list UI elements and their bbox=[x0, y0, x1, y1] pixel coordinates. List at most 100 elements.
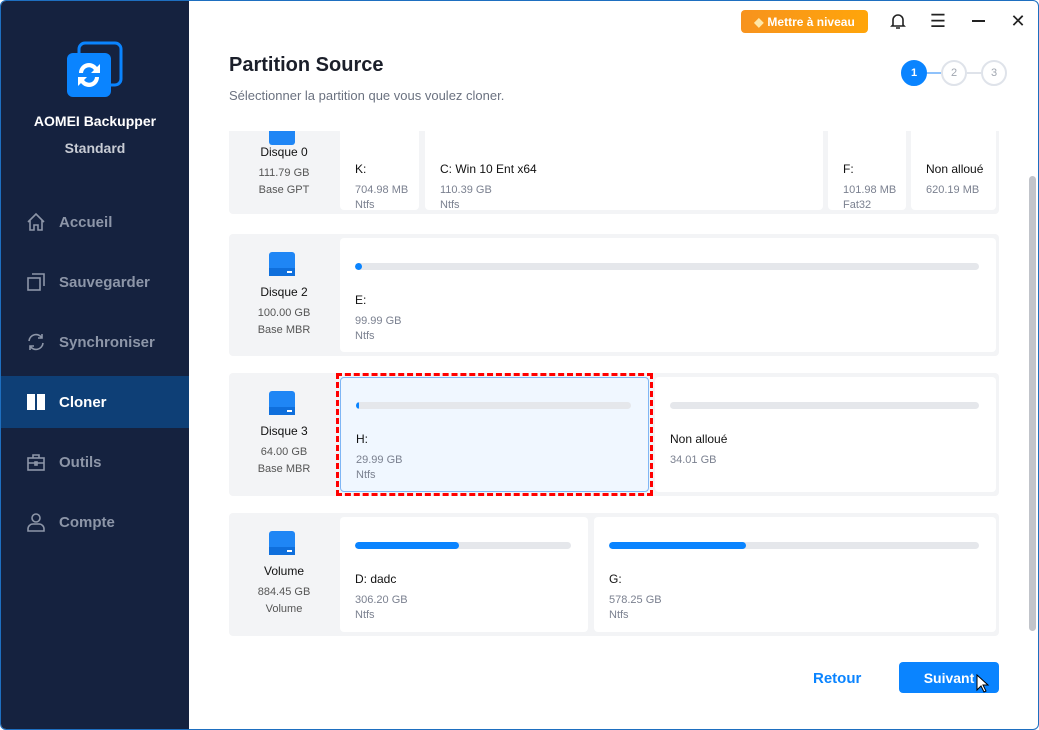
disk-size: 884.45 GB bbox=[257, 586, 311, 598]
partition-fs: Ntfs bbox=[609, 609, 629, 621]
disk-size: 64.00 GB bbox=[260, 446, 308, 458]
usage-bar bbox=[609, 542, 979, 549]
partition-card[interactable]: Non alloué 620.19 MB bbox=[911, 131, 996, 210]
back-button[interactable]: Retour bbox=[813, 670, 861, 687]
sidebar-item-outils[interactable]: Outils bbox=[1, 436, 189, 488]
partition-name: F: bbox=[843, 162, 854, 176]
partition-name: E: bbox=[355, 293, 367, 307]
partition-fs: Ntfs bbox=[355, 609, 375, 621]
partition-card[interactable]: G: 578.25 GB Ntfs bbox=[594, 517, 996, 632]
user-icon bbox=[27, 513, 45, 532]
minimize-icon[interactable] bbox=[966, 9, 990, 33]
disk-icon bbox=[269, 252, 295, 276]
partition-fs: Ntfs bbox=[355, 199, 375, 211]
scrollbar[interactable] bbox=[1029, 176, 1036, 631]
disk-list: Disque 0 111.79 GB Base GPT K: 704.98 MB Nt… bbox=[229, 131, 1009, 641]
app-name: AOMEI Backupper bbox=[33, 113, 157, 129]
app-edition: Standard bbox=[64, 140, 126, 156]
notification-bell-icon[interactable] bbox=[886, 9, 910, 33]
disk-size: 111.79 GB bbox=[258, 167, 310, 179]
partition-card[interactable]: D: dadc 306.20 GB Ntfs bbox=[340, 517, 588, 632]
sidebar-item-compte[interactable]: Compte bbox=[1, 496, 189, 548]
partition-card[interactable]: K: 704.98 MB Ntfs bbox=[340, 131, 419, 211]
step-3: 3 bbox=[981, 60, 1007, 86]
home-icon bbox=[27, 212, 45, 231]
menu-icon[interactable]: ☰ bbox=[926, 9, 950, 33]
disk-size: 100.00 GB bbox=[257, 307, 311, 319]
diamond-icon: ◆ bbox=[754, 14, 764, 29]
partition-name: G: bbox=[609, 572, 622, 586]
disk-row: Volume 884.45 GB Volume D: dadc 306.20 GB N… bbox=[229, 513, 999, 636]
partition-name: C: Win 10 Ent x64 bbox=[440, 162, 537, 176]
partition-fs: Ntfs bbox=[440, 199, 460, 211]
partition-size: 29.99 GB bbox=[356, 454, 403, 466]
clone-icon bbox=[27, 394, 45, 410]
partition-size: 704.98 MB bbox=[355, 184, 409, 196]
disk-icon bbox=[269, 531, 295, 555]
backup-icon bbox=[27, 273, 45, 291]
sidebar: AOMEI Backupper Standard Accueil Sauvega… bbox=[1, 1, 189, 729]
disk-type: Volume bbox=[265, 603, 303, 615]
disk-name: Disque 3 bbox=[260, 424, 308, 438]
sidebar-item-accueil[interactable]: Accueil bbox=[1, 196, 189, 248]
disk-type: Base MBR bbox=[257, 463, 311, 475]
page-title: Partition Source bbox=[229, 54, 384, 76]
usage-bar bbox=[356, 402, 631, 409]
close-icon[interactable]: ✕ bbox=[1006, 9, 1030, 33]
sidebar-item-sauvegarder[interactable]: Sauvegarder bbox=[1, 256, 189, 308]
step-connector bbox=[967, 72, 981, 74]
app-logo-icon bbox=[67, 41, 123, 97]
disk-icon bbox=[269, 391, 295, 415]
disk-row: Disque 0 111.79 GB Base GPT K: 704.98 MB Nt… bbox=[229, 131, 999, 214]
usage-fill bbox=[609, 542, 746, 549]
sidebar-item-label: Cloner bbox=[59, 393, 107, 411]
usage-bar bbox=[670, 402, 979, 409]
usage-fill bbox=[356, 402, 360, 409]
disk-type: Base GPT bbox=[258, 184, 310, 196]
usage-bar bbox=[355, 263, 979, 270]
partition-fs: Ntfs bbox=[356, 469, 376, 481]
partition-card[interactable]: F: 101.98 MB Fat32 bbox=[828, 131, 906, 211]
step-2: 2 bbox=[941, 60, 967, 86]
page-subtitle: Sélectionner la partition que vous voule… bbox=[229, 88, 505, 103]
partition-name: H: bbox=[356, 432, 368, 446]
partition-name: D: dadc bbox=[355, 572, 397, 586]
partition-size: 620.19 MB bbox=[926, 184, 980, 196]
partition-size: 110.39 GB bbox=[440, 184, 492, 196]
app-window: AOMEI Backupper Standard Accueil Sauvega… bbox=[0, 0, 1039, 730]
disk-row: Disque 3 64.00 GB Base MBR H: 29.99 GB Ntfs… bbox=[229, 373, 999, 496]
partition-card[interactable]: Non alloué 34.01 GB bbox=[655, 377, 996, 492]
partition-size: 101.98 MB bbox=[843, 184, 897, 196]
sidebar-item-label: Compte bbox=[59, 513, 115, 531]
disk-name: Disque 0 bbox=[260, 145, 308, 159]
toolbox-icon bbox=[27, 454, 45, 471]
disk-name: Volume bbox=[263, 564, 305, 578]
partition-card[interactable]: C: Win 10 Ent x64 110.39 GB Ntfs bbox=[425, 131, 823, 211]
usage-fill bbox=[355, 263, 363, 270]
partition-fs: Ntfs bbox=[355, 330, 375, 342]
sidebar-item-cloner[interactable]: Cloner bbox=[1, 376, 189, 428]
sidebar-item-label: Synchroniser bbox=[59, 333, 155, 351]
partition-name: Non alloué bbox=[926, 162, 984, 176]
mouse-cursor-icon bbox=[976, 674, 990, 693]
partition-name: Non alloué bbox=[670, 432, 728, 446]
sidebar-item-label: Accueil bbox=[59, 213, 113, 231]
disk-type: Base MBR bbox=[257, 324, 311, 336]
disk-name: Disque 2 bbox=[260, 285, 308, 299]
step-1: 1 bbox=[901, 60, 927, 86]
partition-card-selected[interactable]: H: 29.99 GB Ntfs bbox=[336, 373, 653, 496]
disk-row: Disque 2 100.00 GB Base MBR E: 99.99 GB Ntf… bbox=[229, 234, 999, 356]
usage-bar bbox=[355, 542, 571, 549]
usage-fill bbox=[355, 542, 459, 549]
sidebar-item-label: Outils bbox=[59, 453, 102, 471]
upgrade-button[interactable]: ◆ Mettre à niveau bbox=[741, 10, 868, 33]
sidebar-item-synchroniser[interactable]: Synchroniser bbox=[1, 316, 189, 368]
partition-size: 306.20 GB bbox=[355, 594, 408, 606]
step-connector bbox=[927, 72, 941, 74]
upgrade-label: Mettre à niveau bbox=[767, 14, 855, 29]
partition-size: 34.01 GB bbox=[670, 454, 717, 466]
partition-size: 578.25 GB bbox=[609, 594, 662, 606]
partition-fs: Fat32 bbox=[843, 199, 872, 211]
sidebar-item-label: Sauvegarder bbox=[59, 273, 150, 291]
partition-card[interactable]: E: 99.99 GB Ntfs bbox=[340, 238, 996, 352]
